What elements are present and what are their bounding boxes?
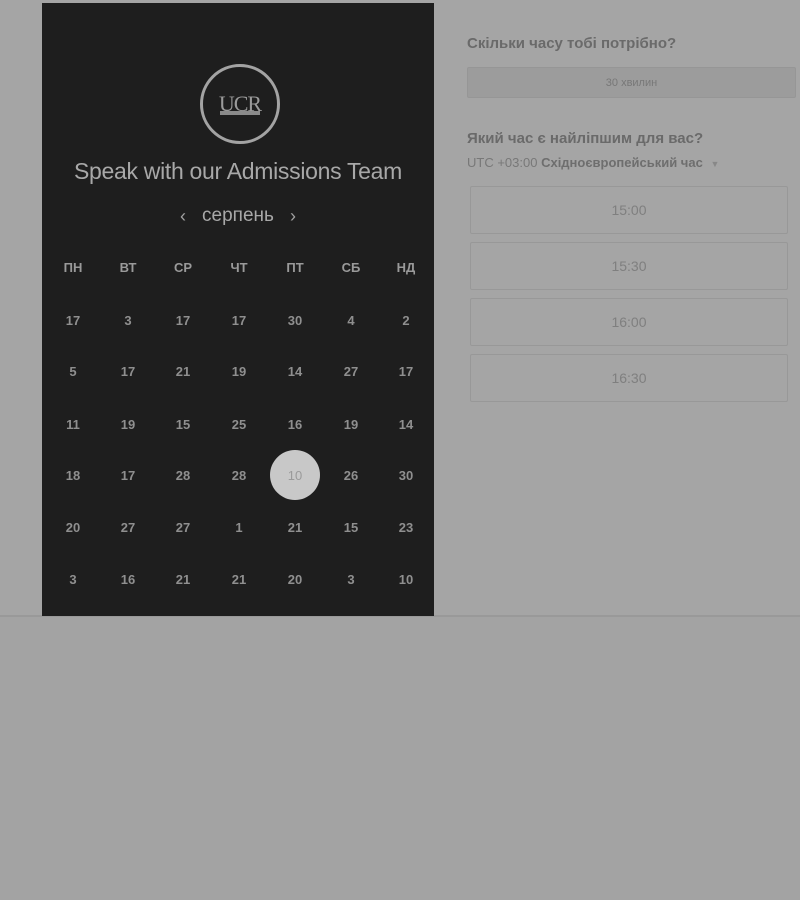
calendar-day[interactable]: 19 — [108, 409, 148, 439]
duration-question: Скільки часу тобі потрібно? — [467, 35, 677, 52]
timezone-selector[interactable]: UTC +03:00 Східноєвропейський час ▼ — [467, 155, 719, 170]
calendar-day[interactable]: 18 — [53, 460, 93, 490]
calendar-day[interactable]: 3 — [53, 564, 93, 594]
calendar-day[interactable]: 10 — [386, 564, 426, 594]
calendar-day[interactable]: 21 — [163, 564, 203, 594]
calendar-panel: UCR Speak with our Admissions Team ‹ сер… — [42, 3, 434, 616]
calendar-day[interactable]: 28 — [163, 460, 203, 490]
calendar-day[interactable]: 26 — [331, 460, 371, 490]
calendar-day[interactable]: 3 — [331, 564, 371, 594]
calendar-day[interactable]: 23 — [386, 512, 426, 542]
time-slot-button[interactable]: 16:00 — [470, 298, 788, 346]
time-slot-button[interactable]: 15:30 — [470, 242, 788, 290]
calendar-day[interactable]: 20 — [53, 512, 93, 542]
time-slot-button[interactable]: 16:30 — [470, 354, 788, 402]
calendar-day[interactable]: 27 — [108, 512, 148, 542]
caret-down-icon: ▼ — [710, 159, 720, 169]
calendar-day[interactable]: 30 — [386, 460, 426, 490]
calendar-day[interactable]: 27 — [331, 356, 371, 386]
calendar-day[interactable]: 15 — [163, 409, 203, 439]
calendar-day[interactable]: 15 — [331, 512, 371, 542]
calendar-day[interactable]: 21 — [219, 564, 259, 594]
calendar-day[interactable]: 16 — [275, 409, 315, 439]
calendar-day[interactable]: 2 — [386, 305, 426, 335]
calendar-day[interactable]: 25 — [219, 409, 259, 439]
calendar-day[interactable]: 21 — [163, 356, 203, 386]
calendar-day[interactable]: 16 — [108, 564, 148, 594]
calendar-day[interactable]: 5 — [53, 356, 93, 386]
calendar-day[interactable]: 17 — [53, 305, 93, 335]
calendar-day[interactable]: 14 — [275, 356, 315, 386]
calendar-day[interactable]: 20 — [275, 564, 315, 594]
calendar-day[interactable]: 14 — [386, 409, 426, 439]
calendar-grid: 17 3 17 17 30 4 2 5 17 21 19 14 27 17 11 19 15 25 16 19 14 18… — [42, 3, 434, 616]
time-question: Який час є найліпшим для вас? — [467, 130, 704, 147]
calendar-day[interactable]: 19 — [331, 409, 371, 439]
booking-panel: Скільки часу тобі потрібно? 30 хвилин Як… — [467, 0, 800, 617]
calendar-day[interactable]: 11 — [53, 409, 93, 439]
duration-select[interactable]: 30 хвилин — [467, 67, 796, 98]
calendar-day[interactable]: 17 — [219, 305, 259, 335]
calendar-day[interactable]: 3 — [108, 305, 148, 335]
calendar-day[interactable]: 4 — [331, 305, 371, 335]
calendar-day[interactable]: 28 — [219, 460, 259, 490]
calendar-day[interactable]: 17 — [163, 305, 203, 335]
calendar-day[interactable]: 27 — [163, 512, 203, 542]
timezone-offset: UTC +03:00 — [467, 155, 538, 170]
calendar-day[interactable]: 17 — [386, 356, 426, 386]
timezone-name: Східноєвропейський час — [541, 155, 703, 170]
calendar-day[interactable]: 30 — [275, 305, 315, 335]
calendar-day[interactable]: 1 — [219, 512, 259, 542]
calendar-day[interactable]: 17 — [108, 460, 148, 490]
calendar-day-selected[interactable]: 10 — [270, 450, 320, 500]
time-slot-button[interactable]: 15:00 — [470, 186, 788, 234]
calendar-day[interactable]: 17 — [108, 356, 148, 386]
time-slot-list: 15:00 15:30 16:00 16:30 — [470, 186, 788, 410]
calendar-day[interactable]: 19 — [219, 356, 259, 386]
calendar-day[interactable]: 21 — [275, 512, 315, 542]
